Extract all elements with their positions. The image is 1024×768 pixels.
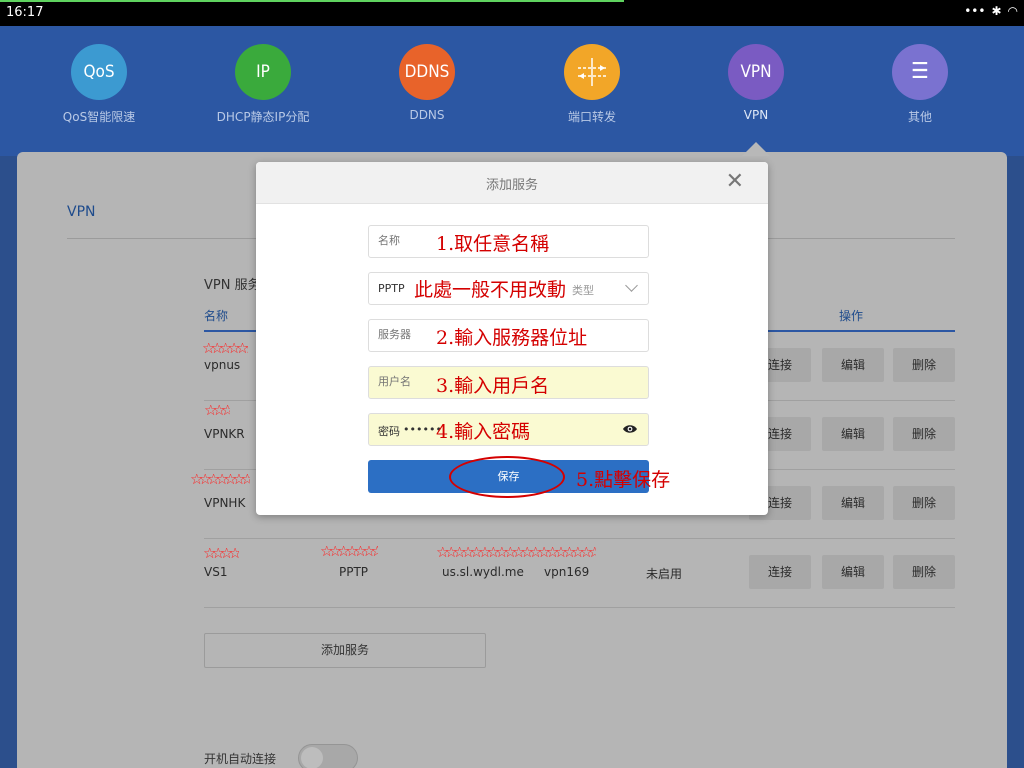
dialog-title: 添加服务 [485,178,538,193]
redaction-stars: ☆☆☆☆☆☆☆☆☆☆☆☆☆☆☆☆☆☆☆☆☆☆☆☆☆☆☆☆ [202,343,248,357]
edit-button[interactable]: 编辑 [822,348,884,382]
annotation-step-5: 5.點擊保存 [576,469,671,491]
annotation-step-2: 2.輸入服務器位址 [436,327,588,349]
nav-label: QoS智能限速 [62,110,136,124]
password-label: 密码 [378,425,400,438]
redaction-stars: ☆☆☆☆☆☆☆☆☆☆☆☆☆☆☆☆☆☆☆☆☆☆☆☆☆☆☆☆☆☆☆☆ [320,546,378,560]
annotation-step-3: 3.輸入用戶名 [436,375,550,397]
status-icons: ••• ✱ ◠ [964,4,1018,18]
more-icon: ••• [964,4,986,18]
close-icon[interactable]: ✕ [726,170,744,194]
delete-button[interactable]: 删除 [893,417,955,451]
bluetooth-icon: ✱ [991,4,1002,18]
annotation-step-4: 4.輸入密碼 [436,421,531,443]
redaction-stars: ☆☆☆☆☆☆☆☆☆☆☆☆☆☆☆☆☆☆☆☆☆☆☆☆☆☆☆☆☆☆☆☆☆☆☆☆☆☆☆☆… [436,547,596,561]
wifi-icon: ◠ [1007,4,1018,18]
vpn-type-label: 类型 [572,284,594,297]
username-input[interactable] [378,375,438,388]
menu-icon: ☰ [892,44,948,100]
vpn-icon: VPN [728,44,784,100]
active-tab-caret [742,142,770,156]
eye-icon[interactable] [622,423,638,435]
vpn-type-value: PPTP [378,282,405,295]
nav-item-other[interactable]: ☰ 其他 [855,44,985,125]
annotation-no-change: 此處一般不用改動 [414,275,567,302]
nav-label: VPN [743,108,769,122]
vpn-service-title: VPN 服务 [204,278,261,293]
status-time: 16:17 [6,5,44,20]
redaction-stars: ☆☆☆☆☆☆☆☆☆☆☆☆☆☆☆☆☆☆☆☆☆☆ [203,548,239,562]
delete-button[interactable]: 删除 [893,486,955,520]
qos-icon: QoS [71,44,127,100]
nav-item-port-forward[interactable]: 端口转发 [527,44,657,125]
section-title: VPN [67,204,96,220]
nav-label: 其他 [907,110,932,124]
nav-label: DHCP静态IP分配 [216,110,310,124]
nav-label: 端口转发 [567,110,616,124]
auto-connect-label: 开机自动连接 [204,752,277,766]
feature-nav: QoS QoS智能限速 IP DHCP静态IP分配 DDNS DDNS 端口转发… [0,26,1024,156]
annotation-step-1: 1.取任意名稱 [436,233,550,255]
redaction-stars: ☆☆☆☆☆☆☆ [204,405,230,419]
connect-button[interactable]: 连接 [749,555,811,589]
delete-button[interactable]: 删除 [893,348,955,382]
save-highlight-ring [449,456,565,498]
ip-icon: IP [235,44,291,100]
redaction-stars: ☆☆☆☆☆☆☆☆☆☆☆☆☆☆☆☆☆☆☆☆☆☆☆☆☆☆☆☆☆☆☆☆☆ [190,474,250,488]
port-forward-icon [564,44,620,100]
delete-button[interactable]: 删除 [893,555,955,589]
port-forward-icon [578,58,606,86]
nav-label: DDNS [409,108,445,122]
chevron-down-icon [625,279,638,292]
page-load-progress [0,0,624,2]
auto-connect-toggle[interactable] [298,744,358,768]
nav-item-dhcp[interactable]: IP DHCP静态IP分配 [198,44,328,125]
row-name: VPNKR [204,427,245,441]
column-header-operation: 操作 [839,309,864,323]
edit-button[interactable]: 编辑 [822,555,884,589]
ddns-icon: DDNS [399,44,455,100]
nav-item-ddns[interactable]: DDNS DDNS [362,44,492,122]
nav-item-vpn[interactable]: VPN VPN [691,44,821,122]
column-header-name: 名称 [204,309,229,323]
edit-button[interactable]: 编辑 [822,417,884,451]
toggle-knob [301,747,323,768]
nav-item-qos[interactable]: QoS QoS智能限速 [34,44,164,125]
service-name-input[interactable] [378,234,438,247]
add-service-button[interactable]: 添加服务 [204,633,486,668]
row-status: 未启用 [646,567,683,581]
dialog-header: 添加服务 ✕ [256,162,768,204]
edit-button[interactable]: 编辑 [822,486,884,520]
status-bar: 16:17 ••• ✱ ◠ [0,0,1024,26]
server-input[interactable] [378,328,438,341]
